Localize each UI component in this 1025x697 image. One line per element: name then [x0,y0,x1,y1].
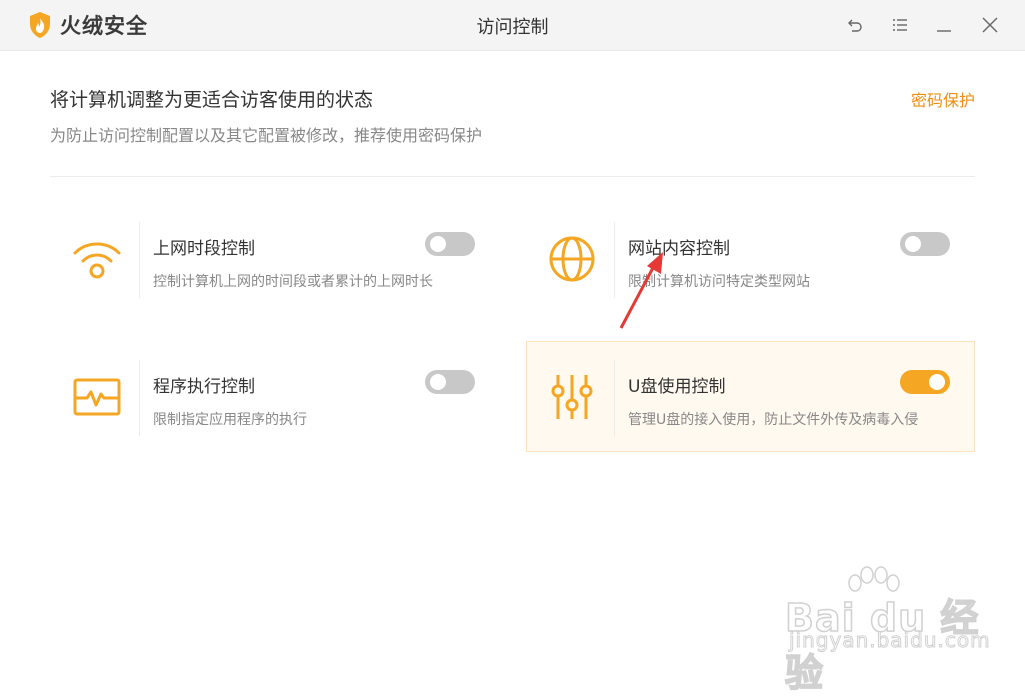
page-title: 将计算机调整为更适合访客使用的状态 [50,89,374,111]
card-separator [139,360,140,436]
back-button[interactable] [842,12,868,38]
menu-icon [893,19,907,31]
card-description: 控制计算机上网的时间段或者累计的上网时长 [153,274,433,290]
title-bar: 火绒安全 访问控制 [0,0,1025,51]
menu-button[interactable] [887,12,913,38]
globe-icon [549,236,595,282]
card-title: U盘使用控制 [628,377,726,397]
annotation-arrow-icon [619,252,663,329]
minimize-icon [937,30,951,32]
card-separator [614,360,615,436]
window-title: 访问控制 [476,17,549,38]
watermark-url: jingyan.baidu.com [789,628,991,653]
internet-time-toggle[interactable] [425,232,475,256]
website-content-toggle[interactable] [900,232,950,256]
page-subtitle: 为防止访问控制配置以及其它配置被修改，推荐使用密码保护 [50,126,483,145]
password-protect-link[interactable]: 密码保护 [911,87,975,111]
toggle-knob [929,374,945,390]
minimize-button[interactable] [931,12,957,38]
baidu-watermark: Bai du 经验 jingyan.baidu.com [784,565,990,696]
monitor-pulse-icon [73,378,121,416]
card-description: 限制指定应用程序的执行 [153,412,307,428]
toggle-knob [905,236,921,252]
card-program-execution-control: 程序执行控制 限制指定应用程序的执行 [51,341,500,452]
close-icon [982,17,998,33]
divider [50,176,975,177]
card-title: 上网时段控制 [153,239,255,259]
card-title: 程序执行控制 [153,377,255,397]
card-usb-control: U盘使用控制 管理U盘的接入使用，防止文件外传及病毒入侵 [526,341,975,452]
sliders-icon [551,375,593,419]
undo-icon [848,19,862,32]
close-button[interactable] [977,12,1003,38]
card-internet-time-control: 上网时段控制 控制计算机上网的时间段或者累计的上网时长 [51,203,500,314]
toggle-knob [430,374,446,390]
card-description: 管理U盘的接入使用，防止文件外传及病毒入侵 [628,412,919,428]
wifi-icon [73,242,121,279]
card-website-content-control: 网站内容控制 限制计算机访问特定类型网站 [526,203,975,314]
toggle-knob [430,236,446,252]
card-separator [139,222,140,298]
usb-control-toggle[interactable] [900,370,950,394]
program-execution-toggle[interactable] [425,370,475,394]
